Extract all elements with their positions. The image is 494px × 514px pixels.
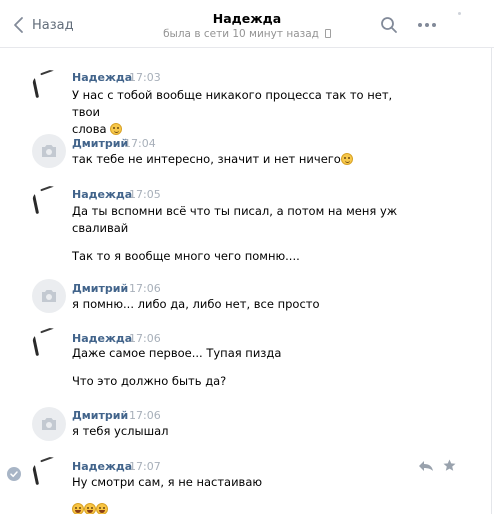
message-text: Ну смотри сам, я не настаиваю: [72, 474, 402, 514]
camera-icon: [42, 418, 56, 430]
message-text: так тебе не интересно, значит и нет ниче…: [72, 151, 402, 168]
message-author[interactable]: Надежда: [72, 460, 132, 473]
reply-icon[interactable]: [418, 460, 434, 472]
camera-icon: [42, 145, 56, 157]
message-time[interactable]: 17:03: [129, 71, 161, 84]
message-line-text: слова: [72, 122, 107, 136]
message-author[interactable]: Надежда: [72, 71, 132, 84]
emoji-row: [72, 501, 402, 514]
emoji-icon: [72, 503, 84, 514]
avatar[interactable]: [32, 457, 66, 491]
header-avatar[interactable]: [452, 10, 482, 40]
emoji-icon: [96, 503, 108, 514]
message-text: Даже самое первое... Тупая пизда Что это…: [72, 345, 402, 390]
emoji-icon: [340, 153, 353, 165]
message-line: Что это должно быть да?: [72, 374, 227, 388]
panel-border: [491, 0, 492, 514]
avatar[interactable]: [32, 328, 66, 362]
message-line: слова: [72, 121, 402, 138]
chat-header: Назад Надежда была в сети 10 минут назад: [0, 0, 494, 48]
message-text: У нас с тобой вообще никакого процесса т…: [72, 87, 402, 138]
message-line-text: так тебе не интересно, значит и нет ниче…: [72, 152, 341, 166]
emoji-icon: [110, 123, 123, 135]
status-text: была в сети 10 минут назад: [163, 28, 319, 40]
message-line: Так то я вообще много чего помню....: [72, 249, 300, 263]
message-time[interactable]: 17:07: [129, 460, 161, 473]
message-author[interactable]: Дмитрий: [72, 409, 128, 422]
message-text: я тебя услышал: [72, 423, 402, 440]
message-author[interactable]: Дмитрий: [72, 282, 128, 295]
message-line: Даже самое первое... Тупая пизда: [72, 346, 282, 360]
message-line: я помню... либо да, либо нет, все просто: [72, 297, 320, 311]
message-line: У нас с тобой вообще никакого процесса т…: [72, 88, 393, 119]
message-text: Да ты вспомни всё что ты писал, а потом …: [72, 203, 402, 265]
selected-check-icon[interactable]: [7, 467, 21, 481]
message-time[interactable]: 17:05: [129, 188, 161, 201]
emoji-icon: [84, 503, 96, 514]
star-icon[interactable]: [443, 459, 456, 472]
message-author[interactable]: Дмитрий: [72, 137, 128, 150]
avatar[interactable]: [32, 279, 66, 313]
more-icon[interactable]: [416, 18, 438, 32]
avatar[interactable]: [32, 186, 66, 220]
message-text: я помню... либо да, либо нет, все просто: [72, 296, 402, 313]
avatar[interactable]: [32, 134, 66, 168]
message-line: я тебя услышал: [72, 424, 169, 438]
message-line: Ну смотри сам, я не настаиваю: [72, 475, 263, 489]
search-icon[interactable]: [380, 16, 398, 34]
message-line: Да ты вспомни всё что ты писал, а потом …: [72, 204, 398, 218]
message-author[interactable]: Надежда: [72, 188, 132, 201]
message-line: сваливай: [72, 221, 129, 235]
mobile-icon: [324, 29, 331, 38]
message-time[interactable]: 17:06: [129, 332, 161, 345]
message-line: так тебе не интересно, значит и нет ниче…: [72, 151, 402, 168]
message-author[interactable]: Надежда: [72, 332, 132, 345]
avatar[interactable]: [32, 407, 66, 441]
camera-icon: [42, 290, 56, 302]
avatar[interactable]: [32, 70, 66, 104]
message-time[interactable]: 17:06: [129, 282, 161, 295]
message-time[interactable]: 17:04: [124, 137, 156, 150]
message-time[interactable]: 17:06: [129, 409, 161, 422]
